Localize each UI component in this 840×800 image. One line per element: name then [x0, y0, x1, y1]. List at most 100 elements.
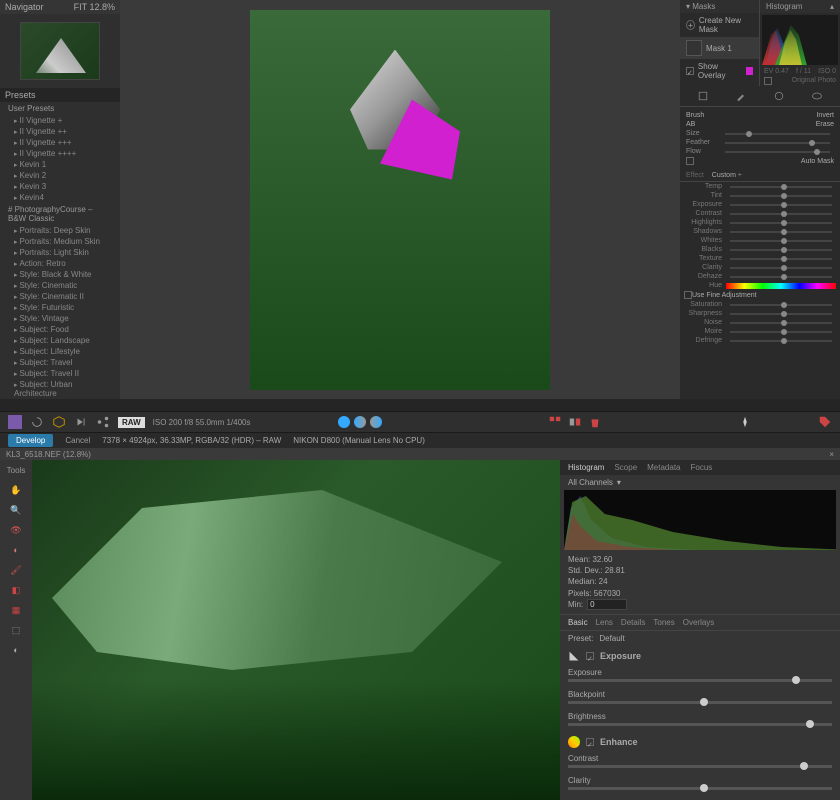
custom-tab[interactable]: Custom ÷: [712, 172, 742, 179]
moire-slider[interactable]: [730, 331, 832, 333]
preset-item[interactable]: II Vignette ++: [0, 126, 120, 137]
flow-slider[interactable]: [725, 151, 830, 153]
compare-icon[interactable]: [568, 415, 582, 429]
cube-icon[interactable]: [52, 415, 66, 429]
sharpness-slider[interactable]: [730, 313, 832, 315]
hue-slider[interactable]: [726, 283, 836, 289]
brush-icon[interactable]: [735, 90, 747, 102]
channel-split[interactable]: [354, 416, 366, 428]
close-icon[interactable]: ×: [829, 450, 834, 459]
defringe-slider[interactable]: [730, 340, 832, 342]
share-icon[interactable]: [96, 415, 110, 429]
texture-slider[interactable]: [730, 258, 832, 260]
develop-button[interactable]: Develop: [8, 434, 53, 447]
gradient-icon[interactable]: [773, 90, 785, 102]
tab-metadata[interactable]: Metadata: [647, 463, 680, 472]
gradient-tool[interactable]: ▦: [9, 603, 23, 617]
tab-scope[interactable]: Scope: [614, 463, 637, 472]
shadows-slider[interactable]: [730, 231, 832, 233]
cancel-button[interactable]: Cancel: [65, 436, 90, 445]
exposure-section-toggle[interactable]: Exposure: [560, 646, 840, 666]
feather-slider[interactable]: [725, 142, 830, 144]
finetune-checkbox[interactable]: [684, 291, 692, 299]
channel-split2[interactable]: [370, 416, 382, 428]
heal-tool[interactable]: ◐: [9, 543, 23, 557]
brush-b[interactable]: B: [691, 121, 696, 128]
app-icon[interactable]: [8, 415, 22, 429]
automask-checkbox[interactable]: [686, 157, 694, 165]
tab-histogram[interactable]: Histogram: [568, 463, 604, 472]
grid-icon[interactable]: [548, 415, 562, 429]
preset-item[interactable]: Portraits: Light Skin: [0, 247, 120, 258]
erase-button[interactable]: Erase: [816, 121, 834, 128]
preset-group-course[interactable]: # PhotographyCourse – B&W Classic: [0, 203, 120, 225]
preset-item[interactable]: Portraits: Deep Skin: [0, 225, 120, 236]
preset-item[interactable]: Style: Vintage: [0, 313, 120, 324]
preset-item[interactable]: Kevin 2: [0, 170, 120, 181]
preset-item[interactable]: Portraits: Medium Skin: [0, 236, 120, 247]
radial-icon[interactable]: [811, 90, 823, 102]
crop-icon[interactable]: [697, 90, 709, 102]
preset-item[interactable]: Subject: Landscape: [0, 335, 120, 346]
presets-header[interactable]: Presets: [0, 88, 120, 102]
preset-dropdown[interactable]: Default: [599, 634, 624, 643]
temp-slider[interactable]: [730, 186, 832, 188]
invert-button[interactable]: Invert: [816, 112, 834, 119]
tab-basic[interactable]: Basic: [568, 618, 588, 627]
noise-slider[interactable]: [730, 322, 832, 324]
create-mask-button[interactable]: +Create New Mask: [680, 13, 759, 37]
effect-tab[interactable]: Effect: [686, 172, 704, 179]
preset-group-user[interactable]: User Presets: [0, 102, 120, 115]
marker-icon[interactable]: [738, 415, 752, 429]
preset-item[interactable]: Subject: Travel II: [0, 368, 120, 379]
main-canvas[interactable]: [120, 0, 680, 399]
whites-slider[interactable]: [730, 240, 832, 242]
preset-item[interactable]: Style: Black & White: [0, 269, 120, 280]
exposure-slider[interactable]: [568, 679, 832, 682]
refresh-icon[interactable]: [30, 415, 44, 429]
tint-slider[interactable]: [730, 195, 832, 197]
tab-overlays[interactable]: Overlays: [683, 618, 715, 627]
size-slider[interactable]: [725, 133, 830, 135]
whitebalance-tool[interactable]: ◐: [9, 643, 23, 657]
enhance-section-toggle[interactable]: Enhance: [560, 732, 840, 752]
dehaze-slider[interactable]: [730, 276, 832, 278]
channel-blue[interactable]: [338, 416, 350, 428]
develop-canvas[interactable]: [32, 460, 560, 800]
preset-item[interactable]: Action: Retro: [0, 258, 120, 269]
trash-icon[interactable]: [588, 415, 602, 429]
mask-item-1[interactable]: Mask 1: [680, 37, 759, 59]
preset-item[interactable]: Style: Futuristic: [0, 302, 120, 313]
contrast-slider[interactable]: [568, 765, 832, 768]
zoom-tool[interactable]: 🔍: [9, 503, 23, 517]
highlights-slider[interactable]: [730, 222, 832, 224]
preset-item[interactable]: Kevin 1: [0, 159, 120, 170]
preset-item[interactable]: Subject: Travel: [0, 357, 120, 368]
skip-icon[interactable]: [74, 415, 88, 429]
preset-item[interactable]: Subject: Lifestyle: [0, 346, 120, 357]
preset-item[interactable]: II Vignette +++: [0, 137, 120, 148]
show-overlay-toggle[interactable]: Show Overlay: [680, 59, 759, 83]
preset-item[interactable]: II Vignette +: [0, 115, 120, 126]
tab-lens[interactable]: Lens: [596, 618, 613, 627]
blackpoint-slider[interactable]: [568, 701, 832, 704]
clarity-slider[interactable]: [730, 267, 832, 269]
channels-dropdown[interactable]: All Channels▾: [560, 475, 840, 490]
tab-focus[interactable]: Focus: [691, 463, 713, 472]
overlay-tool[interactable]: ◧: [9, 583, 23, 597]
exposure-slider[interactable]: [730, 204, 832, 206]
tag-icon[interactable]: [818, 415, 832, 429]
preset-item[interactable]: Style: Cinematic II: [0, 291, 120, 302]
navigator-thumbnail[interactable]: [20, 22, 100, 80]
preset-item[interactable]: Style: Cinematic: [0, 280, 120, 291]
clarity-slider[interactable]: [568, 787, 832, 790]
preset-item[interactable]: Kevin4: [0, 192, 120, 203]
preset-item[interactable]: Subject: Urban Architecture: [0, 379, 120, 399]
min-input[interactable]: [587, 599, 627, 610]
brush-tool[interactable]: 🖌: [9, 563, 23, 577]
crop-tool[interactable]: ⬚: [9, 623, 23, 637]
preset-item[interactable]: II Vignette ++++: [0, 148, 120, 159]
contrast-slider[interactable]: [730, 213, 832, 215]
preset-item[interactable]: Kevin 3: [0, 181, 120, 192]
redeye-tool[interactable]: 👁: [9, 523, 23, 537]
